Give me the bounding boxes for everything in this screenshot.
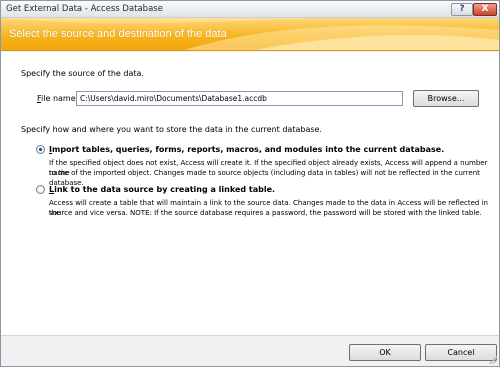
link-radio[interactable] bbox=[36, 185, 45, 194]
title-bar[interactable]: Get External Data - Access Database ? X bbox=[1, 1, 499, 18]
help-icon: ? bbox=[459, 4, 465, 14]
source-prompt: Specify the source of the data. bbox=[21, 69, 144, 78]
window-title: Get External Data - Access Database bbox=[6, 4, 163, 14]
banner-heading: Select the source and destination of the… bbox=[9, 28, 227, 40]
browse-button[interactable]: Browse... bbox=[413, 90, 479, 107]
link-option-title-text: ink to the data source by creating a lin… bbox=[54, 185, 276, 194]
header-banner: Select the source and destination of the… bbox=[1, 18, 499, 51]
import-option-title[interactable]: Import tables, queries, forms, reports, … bbox=[49, 145, 444, 154]
file-name-input[interactable] bbox=[76, 91, 403, 106]
file-name-label-text: ile name: bbox=[41, 94, 79, 103]
close-button[interactable]: X bbox=[473, 3, 497, 16]
help-button[interactable]: ? bbox=[451, 3, 473, 16]
file-name-label: File name: bbox=[37, 94, 78, 103]
ok-button[interactable]: OK bbox=[349, 344, 421, 361]
link-option-title[interactable]: Link to the data source by creating a li… bbox=[49, 185, 275, 194]
cancel-button[interactable]: Cancel bbox=[425, 344, 497, 361]
dialog-window: Get External Data - Access Database ? X … bbox=[0, 0, 500, 367]
import-radio[interactable] bbox=[36, 145, 45, 154]
storage-prompt: Specify how and where you want to store … bbox=[21, 125, 322, 134]
link-option-desc-line2: source and vice versa. NOTE: If the sour… bbox=[49, 209, 482, 217]
resize-grip-icon[interactable] bbox=[489, 356, 497, 364]
close-icon: X bbox=[481, 4, 489, 14]
footer-divider bbox=[1, 335, 499, 336]
import-option-title-text: mport tables, queries, forms, reports, m… bbox=[51, 145, 445, 154]
